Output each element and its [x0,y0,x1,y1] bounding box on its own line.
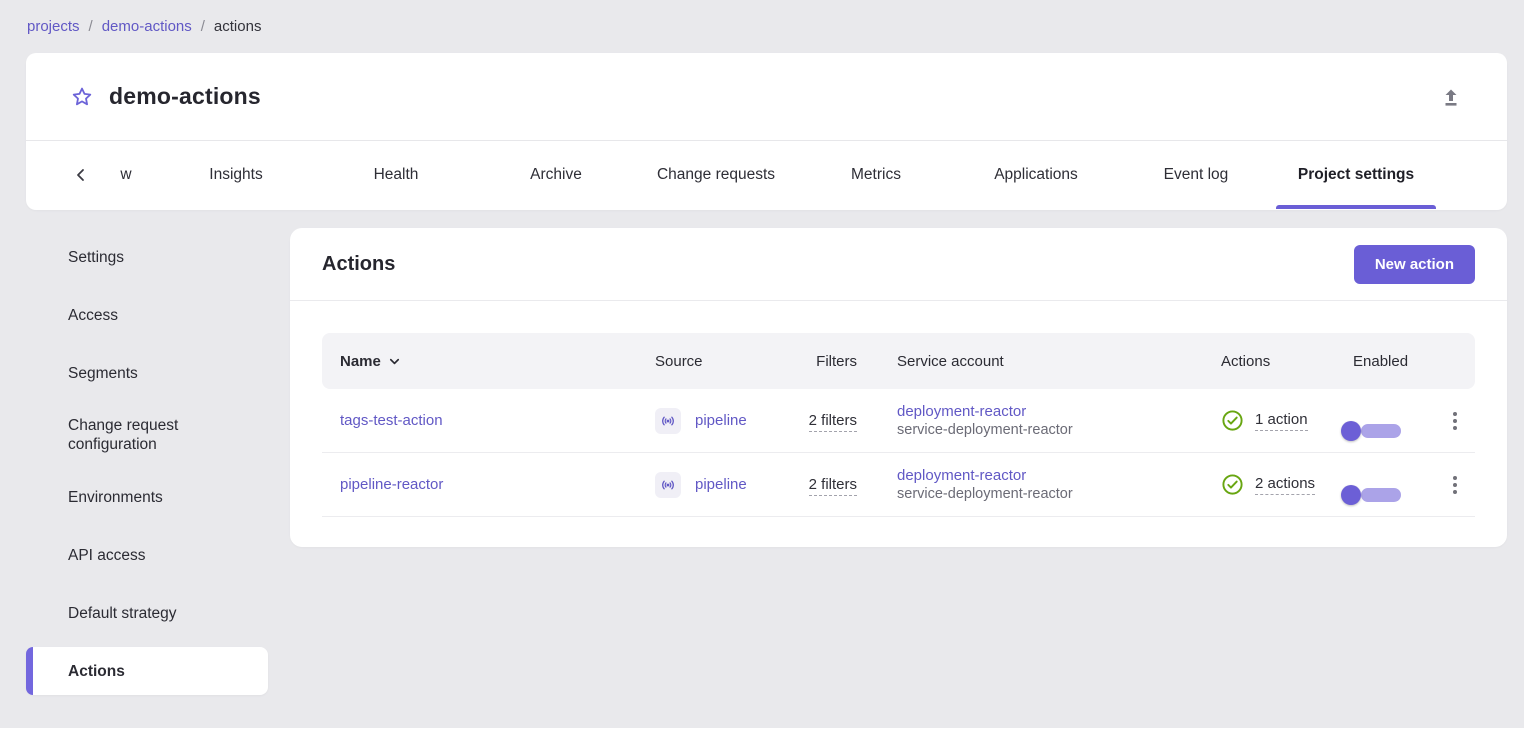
check-circle-icon [1221,473,1244,496]
column-header-service-account: Service account [857,353,1209,370]
breadcrumb: projects / demo-actions / actions [27,18,261,35]
toggle-track [1361,488,1401,502]
actions-table: Name Source Filters Service account Acti… [322,333,1475,517]
tab-change-requests[interactable]: Change requests [636,141,796,209]
signal-source-icon [655,472,681,498]
tab-metrics[interactable]: Metrics [796,141,956,209]
column-header-actions: Actions [1209,353,1339,370]
tab-insights[interactable]: Insights [156,141,316,209]
sidebar-item-default-strategy[interactable]: Default strategy [26,584,268,642]
column-header-enabled: Enabled [1339,353,1434,370]
column-header-name-label: Name [340,353,381,370]
project-header: demo-actions [26,53,1507,141]
action-name-link[interactable]: pipeline-reactor [340,476,443,493]
source-link[interactable]: pipeline [695,476,747,493]
service-account-subtext: service-deployment-reactor [897,486,1209,502]
source-link[interactable]: pipeline [695,412,747,429]
panel-title: Actions [322,253,395,276]
toggle-thumb [1341,421,1361,441]
sidebar-item-api-access[interactable]: API access [26,526,268,584]
new-action-button[interactable]: New action [1354,245,1475,284]
check-circle-icon [1221,409,1244,432]
tab-project-settings[interactable]: Project settings [1276,141,1436,209]
sidebar-item-actions[interactable]: Actions [26,647,268,695]
tab-archive[interactable]: Archive [476,141,636,209]
tab-event-log[interactable]: Event log [1116,141,1276,209]
table-row: tags-test-action pipeline 2 filters depl… [322,389,1475,453]
service-account-link[interactable]: deployment-reactor [897,467,1209,484]
favorite-star-icon[interactable] [68,83,96,111]
toggle-thumb [1341,485,1361,505]
settings-sidebar: Settings Access Segments Change request … [26,228,268,700]
sidebar-item-environments[interactable]: Environments [26,468,268,526]
export-upload-icon[interactable] [1435,81,1467,113]
breadcrumb-link-project[interactable]: demo-actions [102,18,192,35]
actions-count[interactable]: 1 action [1255,411,1308,431]
tabs-scroll-left-icon[interactable] [66,141,96,209]
table-header-row: Name Source Filters Service account Acti… [322,333,1475,389]
breadcrumb-current: actions [214,18,262,35]
column-header-filters: Filters [782,353,857,370]
service-account-link[interactable]: deployment-reactor [897,403,1209,420]
sidebar-item-segments[interactable]: Segments [26,344,268,402]
row-menu-kebab-icon[interactable] [1447,470,1463,500]
project-tabs: w Insights Health Archive Change request… [26,141,1507,209]
action-name-link[interactable]: tags-test-action [340,412,443,429]
signal-source-icon [655,408,681,434]
actions-panel-header: Actions New action [290,228,1507,301]
table-row: pipeline-reactor pipeline 2 filters depl… [322,453,1475,517]
page-title: demo-actions [109,83,261,110]
breadcrumb-separator: / [201,18,205,35]
sort-chevron-down-icon [387,354,402,369]
project-header-card: demo-actions w Insights Health Archive C… [26,53,1507,210]
sidebar-item-change-request-configuration[interactable]: Change request configuration [26,402,268,468]
breadcrumb-separator: / [89,18,93,35]
tab-applications[interactable]: Applications [956,141,1116,209]
sidebar-item-settings[interactable]: Settings [26,228,268,286]
toggle-track [1361,424,1401,438]
actions-count[interactable]: 2 actions [1255,475,1315,495]
tab-overview-partial[interactable]: w [96,141,156,209]
tab-health[interactable]: Health [316,141,476,209]
row-menu-kebab-icon[interactable] [1447,406,1463,436]
filters-count[interactable]: 2 filters [809,412,857,432]
column-header-source: Source [637,353,782,370]
actions-panel: Actions New action Name Source Filters S… [290,228,1507,547]
filters-count[interactable]: 2 filters [809,476,857,496]
service-account-subtext: service-deployment-reactor [897,422,1209,438]
column-header-name[interactable]: Name [322,353,637,370]
breadcrumb-link-projects[interactable]: projects [27,18,80,35]
sidebar-item-access[interactable]: Access [26,286,268,344]
